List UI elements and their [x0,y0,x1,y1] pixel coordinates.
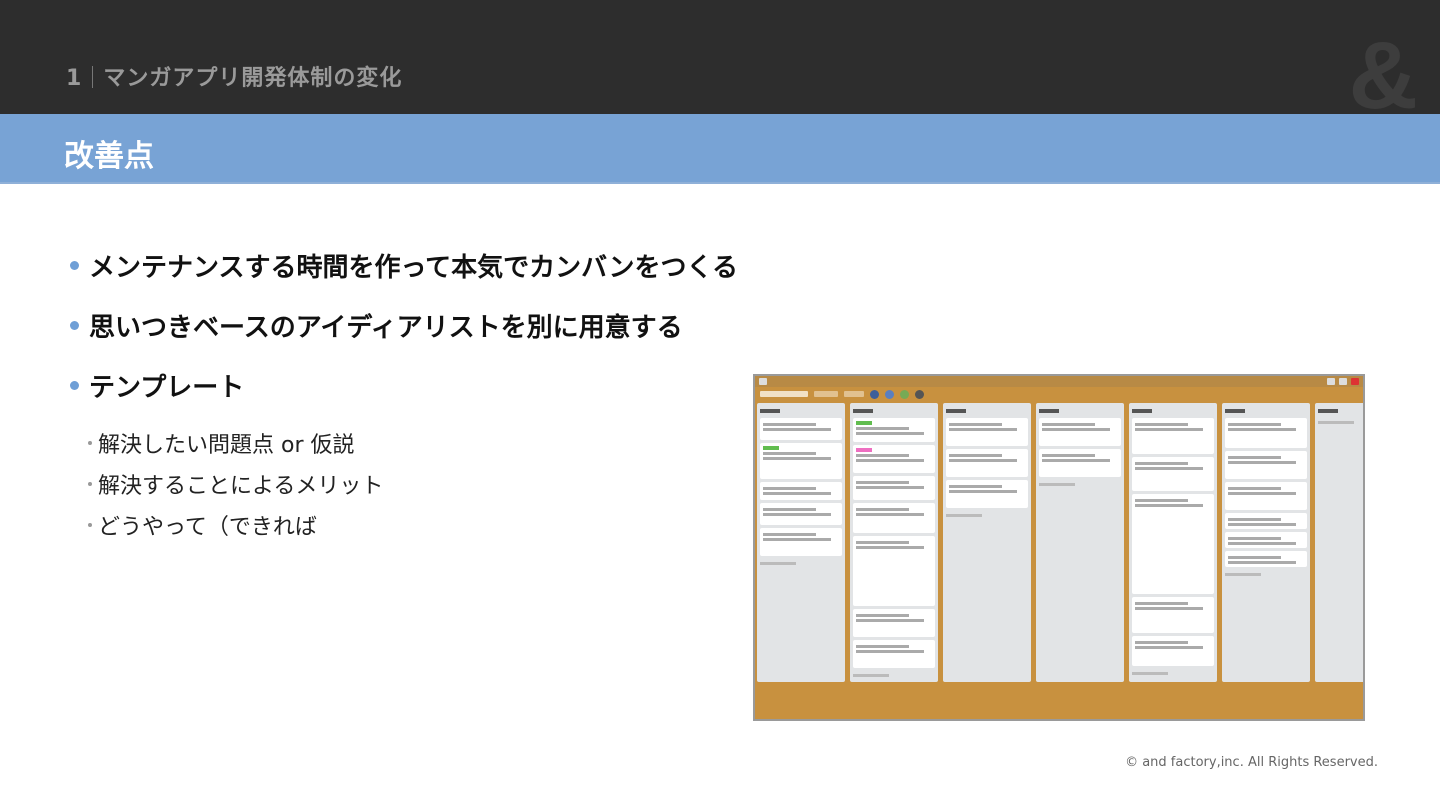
kanban-card [1132,636,1214,666]
kanban-list [1129,403,1217,682]
kanban-card [853,503,935,533]
kanban-card [946,418,1028,446]
kanban-list [1222,403,1310,682]
kanban-card [760,443,842,479]
bullet-icon [70,260,79,270]
kanban-card [946,480,1028,508]
bullet-list: メンテナンスする時間を作って本気でカンバンをつくる 思いつきベースのアイディアリ… [70,248,738,545]
kanban-card [1225,532,1307,548]
bullet-item: テンプレート [70,368,738,403]
bullet-text: メンテナンスする時間を作って本気でカンバンをつくる [89,252,738,283]
kanban-card [760,418,842,440]
company-logo: & [1348,22,1418,129]
sub-bullet-icon [88,481,92,486]
bullet-icon [70,320,79,330]
section-number: 1 [66,66,83,91]
sub-bullet-icon [88,440,92,445]
bullet-item: 思いつきベースのアイディアリストを別に用意する [70,308,738,343]
kanban-card [853,418,935,442]
sub-bullet-text: 解決したい問題点 or 仮説 [98,432,355,458]
kanban-card [1132,418,1214,454]
kanban-card [1225,451,1307,479]
divider [92,66,94,88]
sub-bullet-item: どうやって（できれば [88,504,738,545]
window-titlebar [755,376,1363,387]
kanban-list [850,403,938,682]
kanban-list [1315,403,1363,682]
section-title: マンガアプリ開発体制の変化 [103,66,403,91]
top-bar: 1 マンガアプリ開発体制の変化 & [0,0,1440,124]
title-bar: 改善点 [0,114,1440,184]
kanban-card [760,503,842,525]
kanban-card [1132,597,1214,633]
slide-title: 改善点 [64,139,154,174]
bullet-item: メンテナンスする時間を作って本気でカンバンをつくる [70,248,738,283]
kanban-list [943,403,1031,682]
board-header [755,387,1363,401]
kanban-card [853,640,935,668]
bullet-text: テンプレート [89,372,245,403]
kanban-card [1132,457,1214,491]
kanban-list [757,403,845,682]
kanban-card [853,476,935,500]
kanban-card [1225,418,1307,448]
sub-bullet-item: 解決することによるメリット [88,463,738,504]
kanban-card [1039,449,1121,477]
bullet-icon [70,380,79,390]
kanban-card [853,609,935,637]
kanban-card [1132,494,1214,594]
copyright: © and factory,inc. All Rights Reserved. [1125,755,1378,770]
section-heading: 1 マンガアプリ開発体制の変化 [66,60,402,92]
sub-bullet-text: どうやって（できれば [98,514,317,540]
kanban-card [853,445,935,473]
kanban-lists [757,403,1363,682]
kanban-card [946,449,1028,477]
kanban-card [1225,482,1307,510]
sub-bullet-text: 解決することによるメリット [98,473,384,499]
sub-bullet-list: 解決したい問題点 or 仮説 解決することによるメリット どうやって（できれば [88,422,738,545]
kanban-card [760,482,842,500]
kanban-card [853,536,935,606]
bullet-text: 思いつきベースのアイディアリストを別に用意する [89,312,683,343]
kanban-card [1225,551,1307,567]
kanban-card [1039,418,1121,446]
kanban-card [1225,513,1307,529]
kanban-card [760,528,842,556]
sub-bullet-icon [88,522,92,527]
sub-bullet-item: 解決したい問題点 or 仮説 [88,422,738,463]
kanban-screenshot [753,374,1365,721]
kanban-list [1036,403,1124,682]
